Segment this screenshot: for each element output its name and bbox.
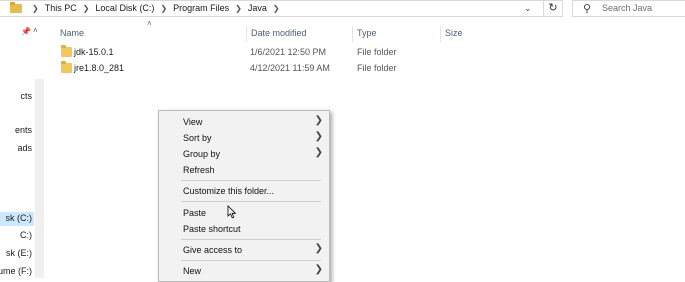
crumb-local-disk[interactable]: Local Disk (C:) bbox=[95, 3, 154, 13]
menu-separator bbox=[181, 180, 321, 181]
nav-item-label: ents bbox=[14, 125, 32, 135]
file-type: File folder bbox=[357, 47, 397, 57]
column-header-size[interactable]: Size bbox=[440, 26, 525, 42]
crumb-program-files[interactable]: Program Files bbox=[173, 3, 229, 13]
list-item[interactable]: jdk-15.0.1 1/6/2021 12:50 PM File folder bbox=[58, 45, 458, 61]
breadcrumb: ❯ This PC ❯ Local Disk (C:) ❯ Program Fi… bbox=[26, 3, 286, 13]
chevron-right-icon: ❯ bbox=[314, 264, 323, 275]
menu-item-refresh[interactable]: Refresh bbox=[159, 162, 329, 178]
nav-item-label: ads bbox=[17, 143, 32, 153]
nav-item-local-disk-c[interactable]: sk (C:) bbox=[0, 212, 34, 226]
file-name: jre1.8.0_281 bbox=[74, 63, 125, 73]
chevron-right-icon: ❯ bbox=[314, 147, 323, 158]
crumb-this-pc[interactable]: This PC bbox=[45, 3, 77, 13]
menu-item-paste[interactable]: Paste bbox=[159, 205, 329, 221]
menu-item-label: New bbox=[183, 266, 202, 276]
file-name: jdk-15.0.1 bbox=[74, 47, 114, 57]
menu-item-label: Refresh bbox=[183, 165, 215, 175]
file-type: File folder bbox=[357, 63, 397, 73]
chevron-right-icon[interactable]: ❯ bbox=[83, 4, 90, 13]
crumb-java[interactable]: Java bbox=[248, 3, 267, 13]
chevron-right-icon: ❯ bbox=[314, 115, 323, 126]
menu-item-label: Sort by bbox=[183, 133, 212, 143]
search-placeholder: Search Java bbox=[602, 3, 653, 13]
nav-scrollbar[interactable] bbox=[35, 79, 44, 278]
menu-separator bbox=[181, 260, 321, 261]
nav-item-documents[interactable]: ents bbox=[0, 124, 34, 138]
file-date: 1/6/2021 12:50 PM bbox=[250, 47, 327, 57]
nav-item-objects[interactable]: cts bbox=[0, 90, 34, 104]
mouse-cursor-icon bbox=[227, 205, 237, 219]
column-header-name[interactable]: Name bbox=[56, 26, 246, 42]
nav-item-label: sk (C:) bbox=[5, 213, 33, 223]
nav-item-volume-f[interactable]: ume (F:) bbox=[0, 265, 34, 279]
nav-item-label: cts bbox=[20, 91, 32, 101]
menu-item-sort-by[interactable]: Sort by ❯ bbox=[159, 130, 329, 146]
menu-item-label: Give access to bbox=[183, 245, 243, 255]
nav-item-drive[interactable]: C:) bbox=[0, 229, 34, 243]
menu-item-give-access[interactable]: Give access to ❯ bbox=[159, 242, 329, 258]
refresh-icon: ↻ bbox=[548, 2, 558, 14]
column-header-type[interactable]: Type bbox=[352, 26, 439, 42]
chevron-right-icon: ❯ bbox=[314, 243, 323, 254]
menu-item-label: Paste shortcut bbox=[183, 224, 241, 234]
nav-item-local-disk-e[interactable]: sk (E:) bbox=[0, 247, 34, 261]
chevron-right-icon[interactable]: ❯ bbox=[273, 4, 280, 13]
menu-item-label: Paste bbox=[183, 208, 207, 218]
menu-separator bbox=[181, 239, 321, 240]
menu-separator bbox=[181, 201, 321, 202]
menu-item-label: View bbox=[183, 117, 203, 127]
folder-icon bbox=[10, 2, 22, 13]
refresh-button[interactable]: ↻ bbox=[543, 0, 563, 17]
chevron-right-icon[interactable]: ❯ bbox=[235, 4, 242, 13]
nav-item-label: C:) bbox=[20, 230, 32, 240]
address-bar-row: ❯ This PC ❯ Local Disk (C:) ❯ Program Fi… bbox=[0, 0, 685, 17]
file-date: 4/12/2021 11:59 AM bbox=[250, 63, 330, 73]
menu-item-customize-folder[interactable]: Customize this folder... bbox=[159, 183, 329, 199]
menu-item-label: Customize this folder... bbox=[183, 186, 275, 196]
folder-icon bbox=[61, 45, 72, 57]
context-menu: View ❯ Sort by ❯ Group by ❯ Refresh Cust… bbox=[158, 110, 330, 282]
navigation-pane: 📌 ˄ cts ents ads sk (C:) C:) sk (E:) ume… bbox=[0, 17, 44, 278]
search-icon: ⚲ bbox=[583, 3, 592, 15]
nav-item-downloads[interactable]: ads bbox=[0, 142, 34, 156]
menu-item-view[interactable]: View ❯ bbox=[159, 114, 329, 130]
menu-item-paste-shortcut[interactable]: Paste shortcut bbox=[159, 221, 329, 237]
pin-icon[interactable]: 📌 bbox=[21, 27, 31, 36]
scroll-up-icon[interactable]: ˄ bbox=[33, 26, 38, 35]
search-box[interactable]: ⚲ Search Java bbox=[572, 0, 685, 17]
chevron-right-icon[interactable]: ❯ bbox=[32, 4, 39, 13]
menu-item-new[interactable]: New ❯ bbox=[159, 263, 329, 279]
column-header-date[interactable]: Date modified bbox=[246, 26, 349, 42]
nav-item-label: ume (F:) bbox=[0, 266, 32, 276]
address-bar[interactable]: ❯ This PC ❯ Local Disk (C:) ❯ Program Fi… bbox=[0, 0, 545, 17]
menu-item-label: Group by bbox=[183, 149, 221, 159]
menu-item-group-by[interactable]: Group by ❯ bbox=[159, 146, 329, 162]
chevron-right-icon[interactable]: ❯ bbox=[160, 4, 167, 13]
chevron-right-icon: ❯ bbox=[314, 131, 323, 142]
folder-icon bbox=[61, 61, 72, 73]
chevron-down-icon[interactable]: ⌄ bbox=[524, 3, 532, 14]
nav-item-label: sk (E:) bbox=[6, 248, 32, 258]
list-item[interactable]: jre1.8.0_281 4/12/2021 11:59 AM File fol… bbox=[58, 61, 458, 77]
